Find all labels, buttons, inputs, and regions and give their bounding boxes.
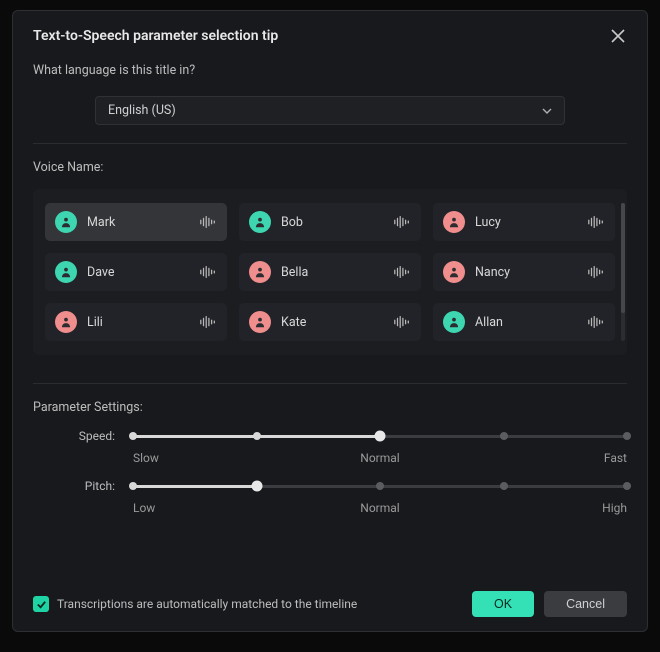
voice-item-label: Bella: [281, 265, 383, 280]
voice-item-label: Bob: [281, 215, 383, 230]
avatar-icon: [443, 311, 465, 333]
pitch-slider[interactable]: [133, 485, 627, 488]
speed-low-label: Slow: [133, 451, 159, 465]
pitch-slider-handle[interactable]: [251, 481, 262, 492]
check-icon: [36, 599, 47, 610]
voice-item-lili[interactable]: Lili: [45, 303, 227, 341]
language-selected-value: English (US): [108, 103, 176, 118]
close-button[interactable]: [609, 27, 627, 45]
pitch-low-label: Low: [133, 501, 155, 515]
speed-slider-handle[interactable]: [375, 431, 386, 442]
tts-dialog: Text-to-Speech parameter selection tip W…: [12, 10, 648, 632]
pitch-mid-label: Normal: [360, 501, 399, 515]
language-select[interactable]: English (US): [95, 96, 565, 125]
chevron-down-icon: [542, 106, 552, 116]
waveform-icon[interactable]: [587, 315, 605, 329]
waveform-icon[interactable]: [199, 315, 217, 329]
voice-panel: Mark Bob Lucy Dave Bella Nancy Lili Kate Allan: [33, 189, 627, 355]
voice-scrollbar-thumb[interactable]: [621, 203, 625, 313]
divider: [33, 143, 627, 144]
avatar-icon: [55, 261, 77, 283]
dialog-title: Text-to-Speech parameter selection tip: [33, 28, 278, 44]
voice-item-label: Dave: [87, 265, 189, 280]
voice-item-dave[interactable]: Dave: [45, 253, 227, 291]
avatar-icon: [249, 311, 271, 333]
avatar-icon: [55, 311, 77, 333]
pitch-high-label: High: [602, 501, 627, 515]
transcription-checkbox-label: Transcriptions are automatically matched…: [57, 597, 357, 611]
pitch-slider-row: Pitch:: [33, 479, 627, 493]
avatar-icon: [443, 211, 465, 233]
dialog-header: Text-to-Speech parameter selection tip: [33, 27, 627, 45]
waveform-icon[interactable]: [587, 215, 605, 229]
voice-item-label: Lili: [87, 315, 189, 330]
speed-slider-row: Speed:: [33, 429, 627, 443]
voice-item-label: Lucy: [475, 215, 577, 230]
transcription-checkbox-row[interactable]: Transcriptions are automatically matched…: [33, 596, 357, 612]
waveform-icon[interactable]: [393, 265, 411, 279]
speed-label: Speed:: [33, 429, 133, 443]
waveform-icon[interactable]: [199, 265, 217, 279]
voice-item-lucy[interactable]: Lucy: [433, 203, 615, 241]
voice-item-label: Nancy: [475, 265, 577, 280]
voice-item-kate[interactable]: Kate: [239, 303, 421, 341]
avatar-icon: [249, 261, 271, 283]
voice-item-nancy[interactable]: Nancy: [433, 253, 615, 291]
waveform-icon[interactable]: [393, 315, 411, 329]
waveform-icon[interactable]: [587, 265, 605, 279]
close-icon: [611, 29, 625, 43]
waveform-icon[interactable]: [393, 215, 411, 229]
params-label: Parameter Settings:: [33, 400, 627, 415]
voice-section-label: Voice Name:: [33, 160, 627, 175]
voice-item-mark[interactable]: Mark: [45, 203, 227, 241]
pitch-label: Pitch:: [33, 479, 133, 493]
avatar-icon: [443, 261, 465, 283]
dialog-footer: Transcriptions are automatically matched…: [33, 583, 627, 617]
voice-item-label: Kate: [281, 315, 383, 330]
ok-button[interactable]: OK: [472, 591, 534, 617]
voice-item-bob[interactable]: Bob: [239, 203, 421, 241]
voice-item-label: Allan: [475, 315, 577, 330]
divider: [33, 383, 627, 384]
waveform-icon[interactable]: [199, 215, 217, 229]
speed-mid-label: Normal: [360, 451, 399, 465]
voice-item-allan[interactable]: Allan: [433, 303, 615, 341]
voice-item-bella[interactable]: Bella: [239, 253, 421, 291]
avatar-icon: [249, 211, 271, 233]
language-question: What language is this title in?: [33, 63, 627, 78]
voice-scrollbar[interactable]: [621, 203, 625, 341]
speed-slider[interactable]: [133, 435, 627, 438]
speed-high-label: Fast: [604, 451, 627, 465]
avatar-icon: [55, 211, 77, 233]
voice-item-label: Mark: [87, 215, 189, 230]
transcription-checkbox[interactable]: [33, 596, 49, 612]
cancel-button[interactable]: Cancel: [544, 591, 627, 617]
